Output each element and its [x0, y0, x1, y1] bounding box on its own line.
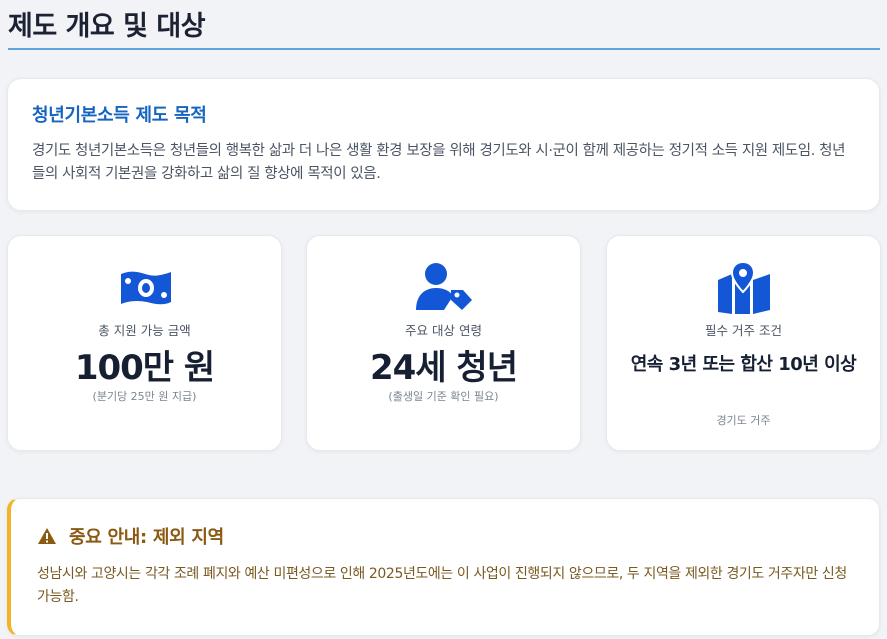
exclusion-notice: 중요 안내: 제외 지역 성남시와 고양시는 각각 조례 폐지와 예산 미편성으…: [7, 498, 880, 636]
purpose-title: 청년기본소득 제도 목적: [32, 105, 207, 126]
user-tag-icon: [415, 263, 472, 310]
stat-value: 100만 원: [74, 348, 215, 388]
stat-value: 24세 청년: [370, 348, 518, 388]
stat-note: (출생일 기준 확인 필요): [388, 390, 499, 403]
stat-card-amount: 총 지원 가능 금액 100만 원 (분기당 25만 원 지급): [7, 235, 282, 451]
stat-note: 경기도 거주: [716, 414, 771, 427]
stat-label: 필수 거주 조건: [705, 323, 782, 338]
purpose-body: 경기도 청년기본소득은 청년들의 행복한 삶과 더 나은 생활 환경 보장을 위…: [32, 143, 846, 182]
title-divider: [8, 48, 880, 50]
notice-title: 중요 안내: 제외 지역: [69, 527, 224, 548]
stat-label: 총 지원 가능 금액: [98, 323, 191, 338]
warning-triangle-icon: [38, 528, 56, 544]
stat-card-age: 주요 대상 연령 24세 청년 (출생일 기준 확인 필요): [306, 235, 581, 451]
notice-body: 성남시와 고양시는 각각 조례 폐지와 예산 미편성으로 인해 2025년도에는…: [37, 566, 847, 605]
stat-label: 주요 대상 연령: [405, 323, 482, 338]
purpose-card: 청년기본소득 제도 목적 경기도 청년기본소득은 청년들의 행복한 삶과 더 나…: [7, 78, 880, 211]
page-title: 제도 개요 및 대상: [8, 11, 206, 42]
money-bill-icon: [120, 271, 171, 305]
stat-card-residence: 필수 거주 조건 연속 3년 또는 합산 10년 이상 경기도 거주: [606, 235, 881, 451]
stat-note: (분기당 25만 원 지급): [92, 390, 197, 403]
map-marker-icon: [717, 260, 770, 314]
stat-value: 연속 3년 또는 합산 10년 이상: [630, 354, 857, 375]
